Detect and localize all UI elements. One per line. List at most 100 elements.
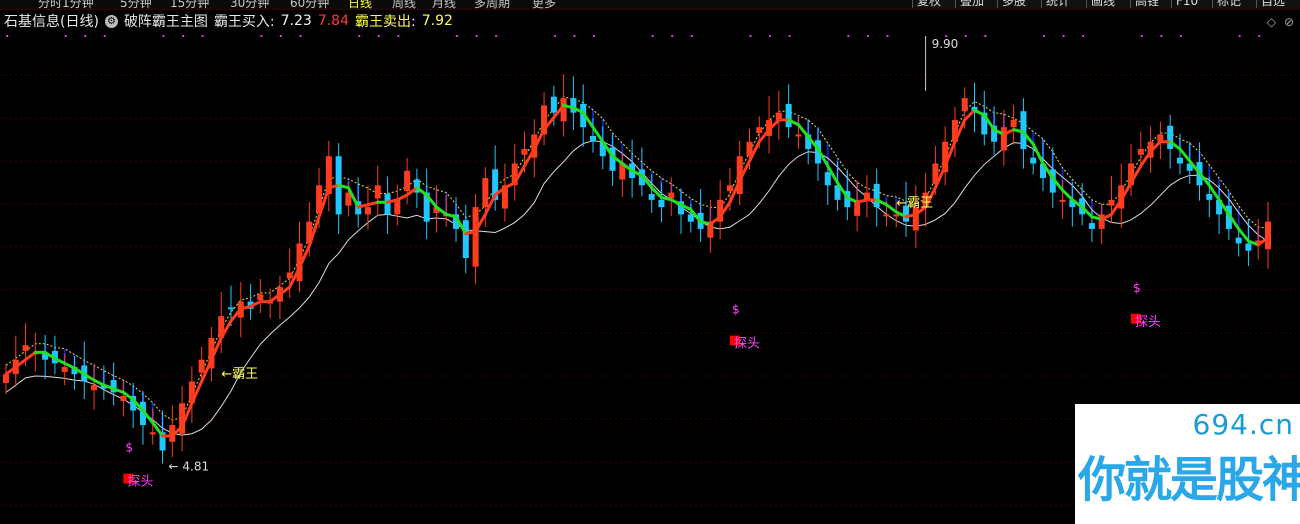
- candle-body: [404, 170, 411, 192]
- signal-dot: [64, 35, 67, 37]
- tab-2[interactable]: 5分钟: [120, 0, 152, 9]
- candle-body: [873, 183, 880, 208]
- diamond-icon[interactable]: ◇: [1267, 15, 1276, 29]
- buy-line-segment: [1061, 188, 1074, 202]
- watermark-url: 694.cn: [1192, 408, 1294, 441]
- tab-10[interactable]: 更多: [532, 0, 556, 9]
- indicator-name[interactable]: 破阵霸王主图: [124, 11, 208, 31]
- watermark-text: 你就是股神: [1078, 452, 1300, 508]
- signal-dot: [553, 35, 556, 37]
- buy-line-segment: [963, 108, 977, 122]
- candle-body: [1010, 119, 1017, 128]
- tab-9[interactable]: 多周期: [474, 0, 510, 9]
- tantou-label: 探头: [734, 337, 760, 352]
- signal-dot: [573, 35, 576, 37]
- toolbar-button-6[interactable]: F10: [1171, 0, 1212, 8]
- tab-8[interactable]: 月线: [432, 0, 456, 9]
- signal-dot: [1258, 35, 1261, 37]
- signal-dot: [671, 35, 674, 37]
- tab-6[interactable]: 日线: [348, 0, 372, 9]
- slow-line: [5, 140, 1269, 436]
- tantou-label: 探头: [127, 475, 153, 490]
- signal-dot: [886, 35, 889, 37]
- signal-dot: [769, 35, 772, 37]
- tab-0[interactable]: 分时: [38, 0, 62, 9]
- candle-body: [149, 432, 156, 435]
- chart-controls: ◇ ⊘: [1267, 15, 1294, 29]
- signal-dot: [182, 35, 185, 37]
- signal-dot: [984, 35, 987, 37]
- candle-body: [785, 103, 792, 128]
- dollar-signal: $: [1133, 281, 1141, 295]
- sell-line: [5, 96, 1269, 421]
- bawang-label: ←霸王: [221, 367, 258, 382]
- candle-body: [198, 359, 205, 373]
- candle-body: [521, 148, 528, 155]
- toolbar-button-2[interactable]: 多股: [997, 0, 1041, 8]
- candle-body: [257, 294, 264, 301]
- stock-name[interactable]: 石基信息(日线): [4, 11, 99, 31]
- tab-3[interactable]: 15分钟: [170, 0, 209, 9]
- candle-body: [1030, 157, 1037, 164]
- toolbar-button-4[interactable]: 画线: [1086, 0, 1130, 8]
- buy-value: 7.23: [280, 13, 312, 29]
- candle-body: [1088, 223, 1095, 229]
- signal-dot: [964, 35, 967, 37]
- signal-dot: [84, 35, 87, 37]
- tab-5[interactable]: 60分钟: [290, 0, 329, 9]
- toolbar-button-3[interactable]: 统计: [1041, 0, 1086, 8]
- candle-body: [550, 96, 557, 113]
- candle-body: [589, 135, 596, 142]
- signal-dot: [279, 35, 282, 37]
- buy-value-2: 7.84: [317, 13, 349, 29]
- tab-1[interactable]: 1分钟: [62, 0, 94, 9]
- candle-body: [648, 194, 655, 200]
- signal-dot: [847, 35, 850, 37]
- candle-body: [795, 134, 802, 137]
- chart-legend: 石基信息(日线) ⚙ 破阵霸王主图 霸王买入: 7.23 7.84 霸王卖出: 7.…: [4, 12, 453, 30]
- signal-dot: [358, 35, 361, 37]
- toolbar-button-5[interactable]: 高锂: [1130, 0, 1171, 8]
- candle-body: [883, 214, 890, 217]
- signal-dot: [788, 35, 791, 37]
- candle-body: [824, 172, 831, 186]
- signal-dot: [6, 35, 8, 37]
- signal-dot: [162, 35, 165, 37]
- tab-7[interactable]: 周线: [392, 0, 416, 9]
- dollar-signal: $: [125, 441, 133, 455]
- tantou-label: 探头: [1135, 315, 1161, 330]
- signal-dot: [1042, 35, 1045, 37]
- signal-dot: [456, 35, 459, 37]
- toolbar-button-0[interactable]: 复权: [912, 0, 955, 8]
- candle-body: [364, 207, 371, 215]
- buy-line-segment: [395, 193, 409, 202]
- candle-body: [1206, 194, 1213, 200]
- candle-body: [374, 185, 381, 199]
- signal-dot: [495, 35, 498, 37]
- tab-4[interactable]: 30分钟: [230, 0, 269, 9]
- candle-body: [1108, 199, 1115, 206]
- sell-label: 霸王卖出:: [355, 14, 416, 30]
- toolbar-button-7[interactable]: 标记: [1212, 0, 1256, 8]
- toolbar-button-8[interactable]: 自选: [1256, 0, 1300, 8]
- toolbar-button-1[interactable]: 叠加: [955, 0, 997, 8]
- candle-body: [462, 220, 469, 258]
- dollar-signal: $: [732, 303, 740, 317]
- candle-body: [394, 199, 401, 215]
- candle-body: [658, 199, 665, 208]
- watermark: 694.cn 你就是股神: [1075, 404, 1300, 524]
- signal-dot: [103, 35, 106, 37]
- signal-dot: [260, 35, 263, 37]
- candle-body: [756, 127, 763, 133]
- candle-body: [1245, 243, 1252, 251]
- period-toolbar: 分时 1分钟 5分钟 15分钟 30分钟 60分钟 日线 周线 月线 多周期 更多 复权 叠加 多股 统计画…: [0, 0, 1300, 10]
- gear-circle-icon[interactable]: ⚙: [104, 14, 118, 28]
- signal-dot: [1160, 35, 1163, 37]
- signal-dot: [377, 35, 380, 37]
- signal-dot: [1140, 35, 1143, 37]
- candle-body: [893, 214, 900, 217]
- bawang-label: ←霸王: [896, 196, 933, 211]
- candle-body: [22, 345, 29, 351]
- settings-icon[interactable]: ⊘: [1284, 15, 1294, 29]
- signal-dot: [1238, 35, 1241, 37]
